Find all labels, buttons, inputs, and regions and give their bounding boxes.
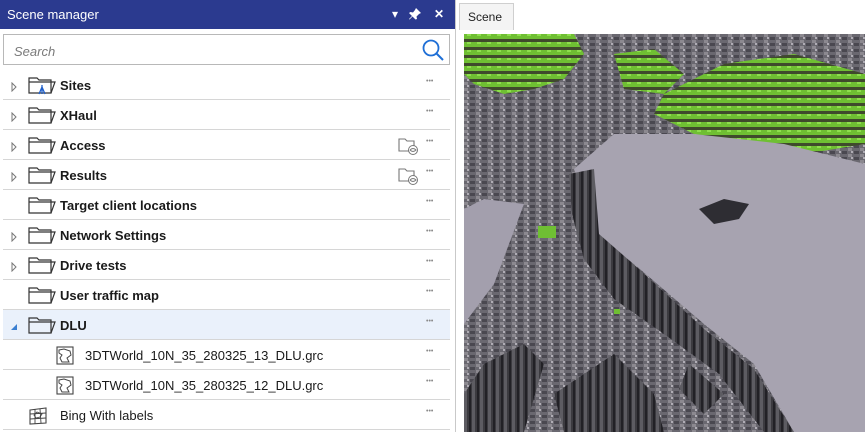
scene-3d-viewport[interactable] <box>464 34 865 432</box>
tree-item-label: 3DTWorld_10N_35_280325_12_DLU.grc <box>85 378 324 393</box>
more-options-button[interactable]: ••• <box>426 227 444 241</box>
more-options-button[interactable]: ••• <box>426 257 444 271</box>
tree-item-label: Target client locations <box>60 198 198 213</box>
tree-item-label: Access <box>60 138 106 153</box>
tree-item-label: Sites <box>60 78 92 93</box>
folder-icon <box>28 195 56 215</box>
more-options-button[interactable]: ••• <box>426 407 444 421</box>
folder-icon <box>28 315 56 335</box>
folder-icon <box>28 285 56 305</box>
tab-scene[interactable]: Scene <box>459 3 514 30</box>
tree-child-item[interactable]: 3DTWorld_10N_35_280325_12_DLU.grc ••• <box>3 370 450 400</box>
tree-item-label: Bing With labels <box>60 408 154 423</box>
close-panel-button[interactable]: ✕ <box>430 4 448 24</box>
tree-item-label: Drive tests <box>60 258 127 273</box>
panel-menu-dropdown-icon[interactable]: ▾ <box>386 4 404 24</box>
collapse-arrow-icon[interactable] <box>10 320 18 330</box>
tree-item-label: DLU <box>60 318 87 333</box>
tree-item[interactable]: User traffic map ••• <box>3 280 450 310</box>
expand-arrow-icon[interactable] <box>10 230 18 243</box>
tree-item-label: Network Settings <box>60 228 167 243</box>
tree-item-label: 3DTWorld_10N_35_280325_13_DLU.grc <box>85 348 324 363</box>
tree-item[interactable]: Bing With labels ••• <box>3 400 450 430</box>
pin-icon[interactable] <box>406 4 424 24</box>
tree-item[interactable]: Drive tests ••• <box>3 250 450 280</box>
folder-icon <box>28 255 56 275</box>
more-options-button[interactable]: ••• <box>426 287 444 301</box>
panel-title: Scene manager <box>7 7 99 22</box>
expand-arrow-icon[interactable] <box>10 140 18 153</box>
tree-item[interactable]: Access ••• <box>3 130 450 160</box>
more-options-button[interactable]: ••• <box>426 107 444 121</box>
folder-icon <box>28 165 56 185</box>
folder-visibility-icon[interactable] <box>398 166 420 186</box>
more-options-button[interactable]: ••• <box>426 137 444 151</box>
more-options-button[interactable]: ••• <box>426 197 444 211</box>
search-icon[interactable] <box>421 38 445 62</box>
tree-item-label: User traffic map <box>60 288 159 303</box>
map-file-icon <box>56 376 74 395</box>
document-tabstrip: Scene <box>456 0 865 30</box>
panel-header: Scene manager ▾ ✕ <box>0 0 455 29</box>
scene-manager-panel: Scene manager ▾ ✕ Sites•••XHaul•••Access… <box>0 0 456 432</box>
expand-arrow-icon[interactable] <box>10 260 18 273</box>
folder-visibility-icon[interactable] <box>398 136 420 156</box>
tab-scene-label: Scene <box>468 10 503 24</box>
terrain-render <box>464 34 865 432</box>
tree-child-item[interactable]: 3DTWorld_10N_35_280325_13_DLU.grc ••• <box>3 340 450 370</box>
tree-item[interactable]: Network Settings ••• <box>3 220 450 250</box>
tree-item[interactable]: XHaul ••• <box>3 100 450 130</box>
more-options-button[interactable]: ••• <box>426 77 444 91</box>
tree-item-label: Results <box>60 168 107 183</box>
expand-arrow-icon[interactable] <box>10 80 18 93</box>
tree-item[interactable]: Target client locations ••• <box>3 190 450 220</box>
sites-folder-icon <box>28 75 56 95</box>
scene-tree: Sites ••• XHaul ••• Access ••• Results ••• Targe… <box>3 70 450 430</box>
tree-item-label: XHaul <box>60 108 97 123</box>
map-file-icon <box>56 346 74 365</box>
globe-grid-icon <box>28 406 48 426</box>
tree-item[interactable]: Results ••• <box>3 160 450 190</box>
tree-item[interactable]: Sites ••• <box>3 70 450 100</box>
more-options-button[interactable]: ••• <box>426 377 444 391</box>
search-input[interactable] <box>12 40 396 62</box>
expand-arrow-icon[interactable] <box>10 110 18 123</box>
folder-icon <box>28 135 56 155</box>
folder-icon <box>28 225 56 245</box>
more-options-button[interactable]: ••• <box>426 167 444 181</box>
expand-arrow-icon[interactable] <box>10 170 18 183</box>
more-options-button[interactable]: ••• <box>426 347 444 361</box>
search-box[interactable] <box>3 34 450 65</box>
folder-icon <box>28 105 56 125</box>
more-options-button[interactable]: ••• <box>426 317 444 331</box>
tree-item[interactable]: DLU ••• <box>3 310 450 340</box>
